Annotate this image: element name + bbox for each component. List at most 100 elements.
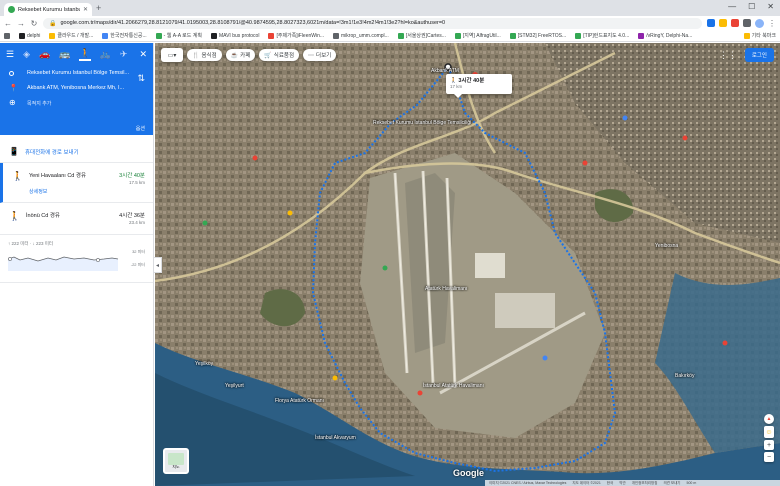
map-label[interactable]: Yeşilyurt [225,383,244,389]
bookmark-item[interactable]: 한국전자통신공... [102,32,147,39]
map-label[interactable]: Florya Atatürk Ormanı [275,398,324,404]
bookmark-item[interactable]: [주제가족]iFleenWin... [268,32,324,39]
route-distance: 23.4 km [128,220,145,225]
shopping-cart-icon: 🛒 [264,52,272,59]
route-distance: 17.5 km [128,180,145,185]
collapse-panel-button[interactable]: ◂ [154,257,162,273]
chip-restaurants[interactable]: 🍴 음식점 [187,49,222,61]
star-icon[interactable] [719,19,727,27]
profile-avatar[interactable] [755,18,764,28]
coffee-icon: ☕ [230,52,239,59]
map-data-attribution: 지도 데이터 ©2021 [572,480,601,485]
options-button[interactable]: 옵션 [136,125,145,132]
imagery-attribution: 이미지 ©2021 CNES / Airbus, Maxar Technolog… [489,480,567,485]
menu-kebab-icon[interactable]: ⋮ [768,19,776,28]
region-link[interactable]: 한국 [607,481,613,486]
origin-input[interactable]: Reksebet Kurumu İstanbul Bölge Temsil... [27,70,139,76]
login-button[interactable]: 로그인 [744,48,774,62]
new-tab-icon[interactable]: + [96,3,101,13]
map-label[interactable]: Atatürk Havalimanı [425,286,467,292]
pegman-icon[interactable]: ☺ [764,426,774,438]
chip-groceries[interactable]: 🛒 식료품점 [259,49,300,61]
other-bookmarks[interactable]: 기타 북마크 [743,32,776,39]
zoom-out-button[interactable]: − [764,452,774,462]
bicycle-icon[interactable]: 🚲 [100,49,111,60]
zoom-in-button[interactable]: + [764,440,774,450]
transit-icon[interactable]: 🚌 [59,49,70,60]
route-time: 4시간 36분 [119,213,145,219]
swap-icon[interactable]: ⇅ [137,73,145,84]
bookmark-item[interactable]: /vRingY, Delphi-Na... [638,32,692,39]
walking-icon: 🚶 [12,171,24,181]
chip-more[interactable]: ⋯ 더보기 [303,49,337,61]
route-details-link[interactable]: 상세정보 [29,188,145,195]
map-label[interactable]: Yeşilköy [195,361,213,367]
callout-time: 🚶 3시간 40분 [450,78,485,84]
address-bar[interactable]: 🔒 google.com.tr/maps/dir/41.2066279,28.8… [43,17,702,29]
close-window-icon[interactable]: ✕ [767,2,774,11]
map-label[interactable]: İstanbul Akvaryum [315,435,356,441]
destination-input[interactable]: Akbank ATM, Yenibosna Merkez Mh, I... [27,85,139,91]
elevation-high: 32 미터 [132,249,145,254]
add-icon[interactable]: ⊕ [9,98,16,107]
chip-cafes[interactable]: ☕ 카페 [225,49,256,61]
back-icon[interactable]: ← [4,19,12,28]
bookmark-item[interactable]: - 웹 A-A 로드 계획 [155,32,202,39]
terms-link[interactable]: 약관 [619,481,625,486]
route-option-1[interactable]: 🚶 Yeni Havaalanı Cd 경유 3시간 40분 17.5 km 상… [0,163,153,203]
flight-icon[interactable]: ✈ [120,49,128,60]
browser-tab[interactable]: Reksebet Kurumu İstanbul Bölge ✕ [4,3,92,16]
add-destination[interactable]: 목적지 추가 [27,100,51,107]
scale-bar[interactable]: 500 m [687,481,697,485]
bookmark-item[interactable]: mikrop_umm.compl... [333,32,389,39]
bookmark-item[interactable]: [지역] AlfragUtil... [454,32,501,39]
window-controls: — ☐ ✕ [728,2,774,11]
car-icon[interactable]: 🚗 [39,49,50,60]
elevation-chart [8,256,119,271]
layers-button[interactable]: ▭▾ [161,48,183,62]
compass-icon[interactable]: ▲ [764,414,774,424]
apps-grid-icon[interactable]: ⋮⋮ [719,50,737,61]
maps-favicon-icon [8,6,15,13]
layer-switcher[interactable]: 지도 [163,448,189,474]
map-footer: 이미지 ©2021 CNES / Airbus, Maxar Technolog… [485,480,780,486]
bookmark-item[interactable]: [STM32] FreeRTOS... [509,32,566,39]
feedback-link[interactable]: 의견 보내기 [663,481,680,486]
close-tab-icon[interactable]: ✕ [83,6,88,13]
url-text: google.com.tr/maps/dir/41.2066279,28.812… [60,20,446,26]
privacy-link[interactable]: 개인정보처리방침 [632,481,658,486]
send-to-phone[interactable]: 📱 휴대전화에 경로 보내기 [0,141,153,163]
route-option-2[interactable]: 🚶 İnönü Cd 경유 4시간 36분 23.4 km [0,203,153,235]
map-label[interactable]: Reksebet Kurumu İstanbul Bölge Temsilcil… [373,120,471,126]
menu-icon[interactable]: ☰ [6,49,14,60]
best-route-icon[interactable]: ◈ [23,49,30,60]
bookmark-item[interactable]: [서울상권]Cartes... [397,32,446,39]
map-canvas[interactable]: ▭▾ 🍴 음식점 ☕ 카페 🛒 식료품점 ⋯ 더보기 ⋮⋮ 로그인 🚶 3시간 40분 … [155,43,780,486]
close-icon[interactable]: ✕ [139,49,147,60]
maximize-icon[interactable]: ☐ [748,2,755,11]
puzzle-icon[interactable] [743,19,751,27]
elevation-low: -22 미터 [130,262,145,267]
extension-icon[interactable] [731,19,739,27]
bookmark-item[interactable]: MAVI bus protocol [210,32,259,39]
map-label[interactable]: Yenibosna [655,243,678,249]
apps-icon[interactable] [4,32,10,39]
map-label[interactable]: İstanbul Atatürk Havalimanı [423,383,484,389]
map-label[interactable]: Bakırköy [675,373,694,379]
send-to-phone-label: 휴대전화에 경로 보내기 [24,149,79,156]
route-callout[interactable]: 🚶 3시간 40분 17 km [446,74,512,98]
bookmark-item[interactable]: 클라우드 / 개발... [49,32,93,39]
forward-icon[interactable]: → [17,19,25,28]
elevation-stats: ↑ 222 미터 · ↓ 223 미터 [8,241,54,246]
reload-icon[interactable]: ↻ [30,19,38,28]
more-icon: ⋯ [308,52,315,59]
browser-toolbar: ← → ↻ 🔒 google.com.tr/maps/dir/41.206627… [0,16,780,30]
callout-distance: 17 km [450,84,463,89]
bookmark-item[interactable]: [TIP]런드표지도 4.0... [575,32,629,39]
google-logo: Google [453,468,484,478]
bookmark-item[interactable]: delphi [19,32,40,39]
route-time: 3시간 40분 [119,173,145,179]
walking-icon[interactable]: 🚶 [79,48,91,61]
extension-icon[interactable] [707,19,715,27]
minimize-icon[interactable]: — [728,2,736,11]
